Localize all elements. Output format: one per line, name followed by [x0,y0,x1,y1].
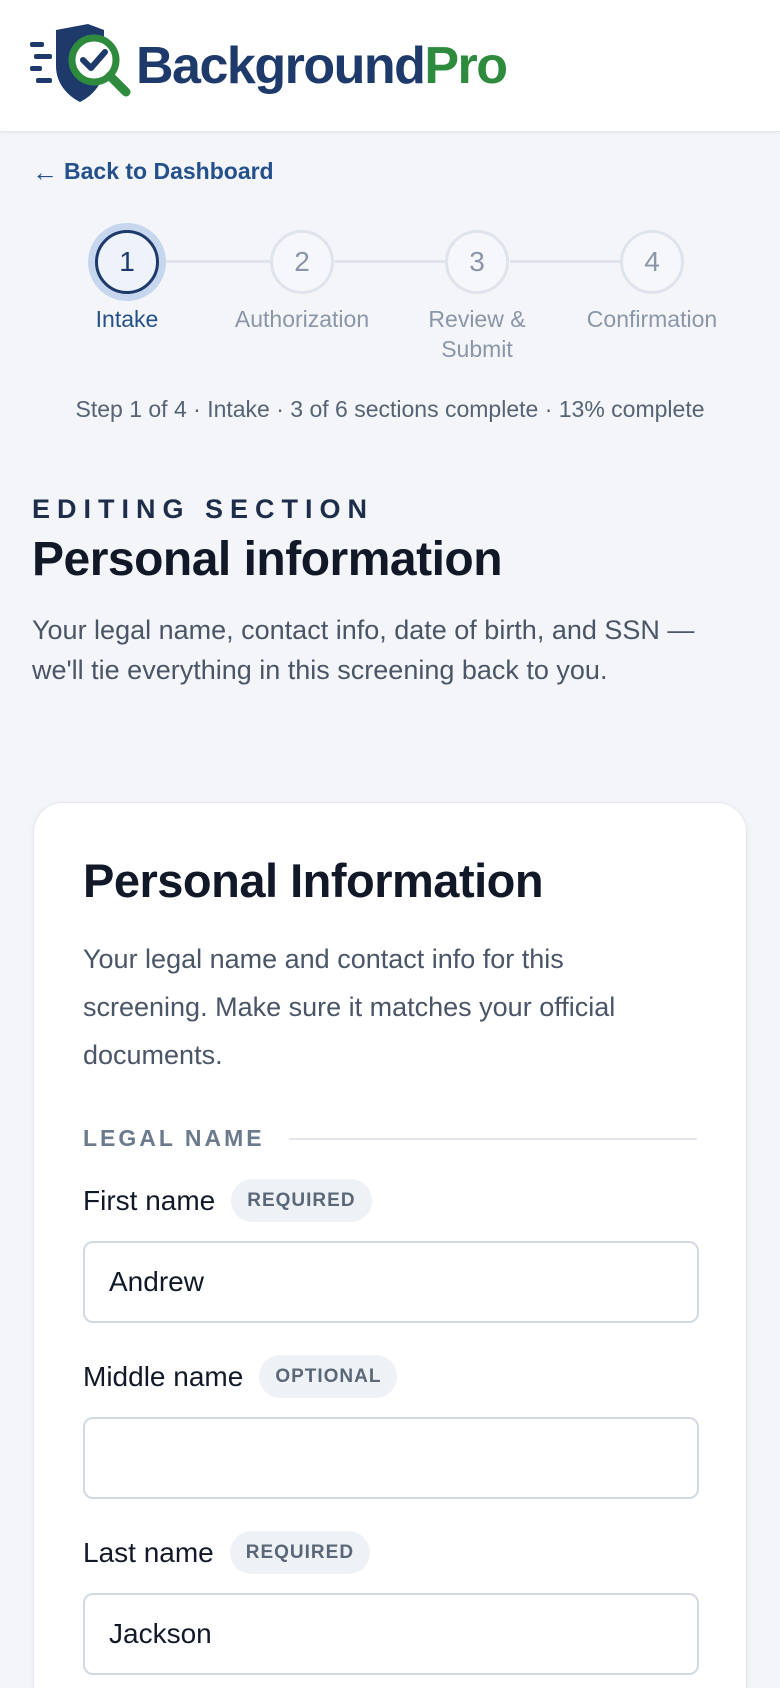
step-authorization[interactable]: 2 Authorization [212,218,392,334]
step-label: Authorization [234,306,370,332]
step-intake[interactable]: 1 Intake [37,218,217,334]
card-title: Personal Information [83,854,544,907]
section-eyebrow: EDITING SECTION [32,494,375,524]
required-badge: REQUIRED [231,1179,372,1222]
middle-name-label-row: Middle name OPTIONAL [83,1355,398,1398]
middle-name-input[interactable] [83,1417,699,1499]
magnifier-check-logo-icon [30,24,131,102]
personal-info-card: Personal Information Your legal name and… [33,802,747,1688]
divider [288,1137,697,1140]
back-to-dashboard-link[interactable]: ← Back to Dashboard [32,158,274,185]
first-name-input[interactable] [83,1241,699,1323]
app-header: BackgroundPro [0,0,780,132]
step-number-circle: 1 [95,230,159,294]
step-label: Intake [95,306,159,332]
step-number-circle: 2 [270,230,334,294]
brand-name-part1: Background [136,37,426,95]
card-description: Your legal name and contact info for thi… [83,944,616,1070]
brand-logo[interactable]: BackgroundPro [30,22,508,110]
last-name-label: Last name [83,1536,214,1568]
back-link-label: Back to Dashboard [64,158,274,184]
step-label: Confirmation [586,306,718,332]
step-confirmation[interactable]: 4 Confirmation [562,218,742,334]
step-review-submit[interactable]: 3 Review & Submit [387,218,567,364]
required-badge: REQUIRED [229,1531,371,1574]
brand-wordmark: BackgroundPro [136,37,508,95]
step-label: Review & Submit [428,306,526,362]
page-title: Personal information [32,533,503,586]
field-group-header: LEGAL NAME [83,1125,697,1152]
first-name-label-row: First name REQUIRED [83,1179,372,1222]
field-group-label: LEGAL NAME [83,1125,265,1151]
progress-stepper: 1 Intake 2 Authorization 3 Review & Subm… [0,218,780,378]
progress-summary: Step 1 of 4 · Intake · 3 of 6 sections c… [75,396,705,422]
last-name-input[interactable] [83,1593,699,1675]
brand-name-part2: Pro [424,37,508,95]
middle-name-label: Middle name [83,1360,244,1392]
step-number-circle: 4 [620,230,684,294]
first-name-label: First name [83,1184,216,1216]
arrow-left-icon: ← [32,156,58,187]
section-description: Your legal name, contact info, date of b… [32,615,695,685]
last-name-label-row: Last name REQUIRED [83,1531,371,1574]
optional-badge: OPTIONAL [259,1355,398,1398]
step-number-circle: 3 [445,230,509,294]
